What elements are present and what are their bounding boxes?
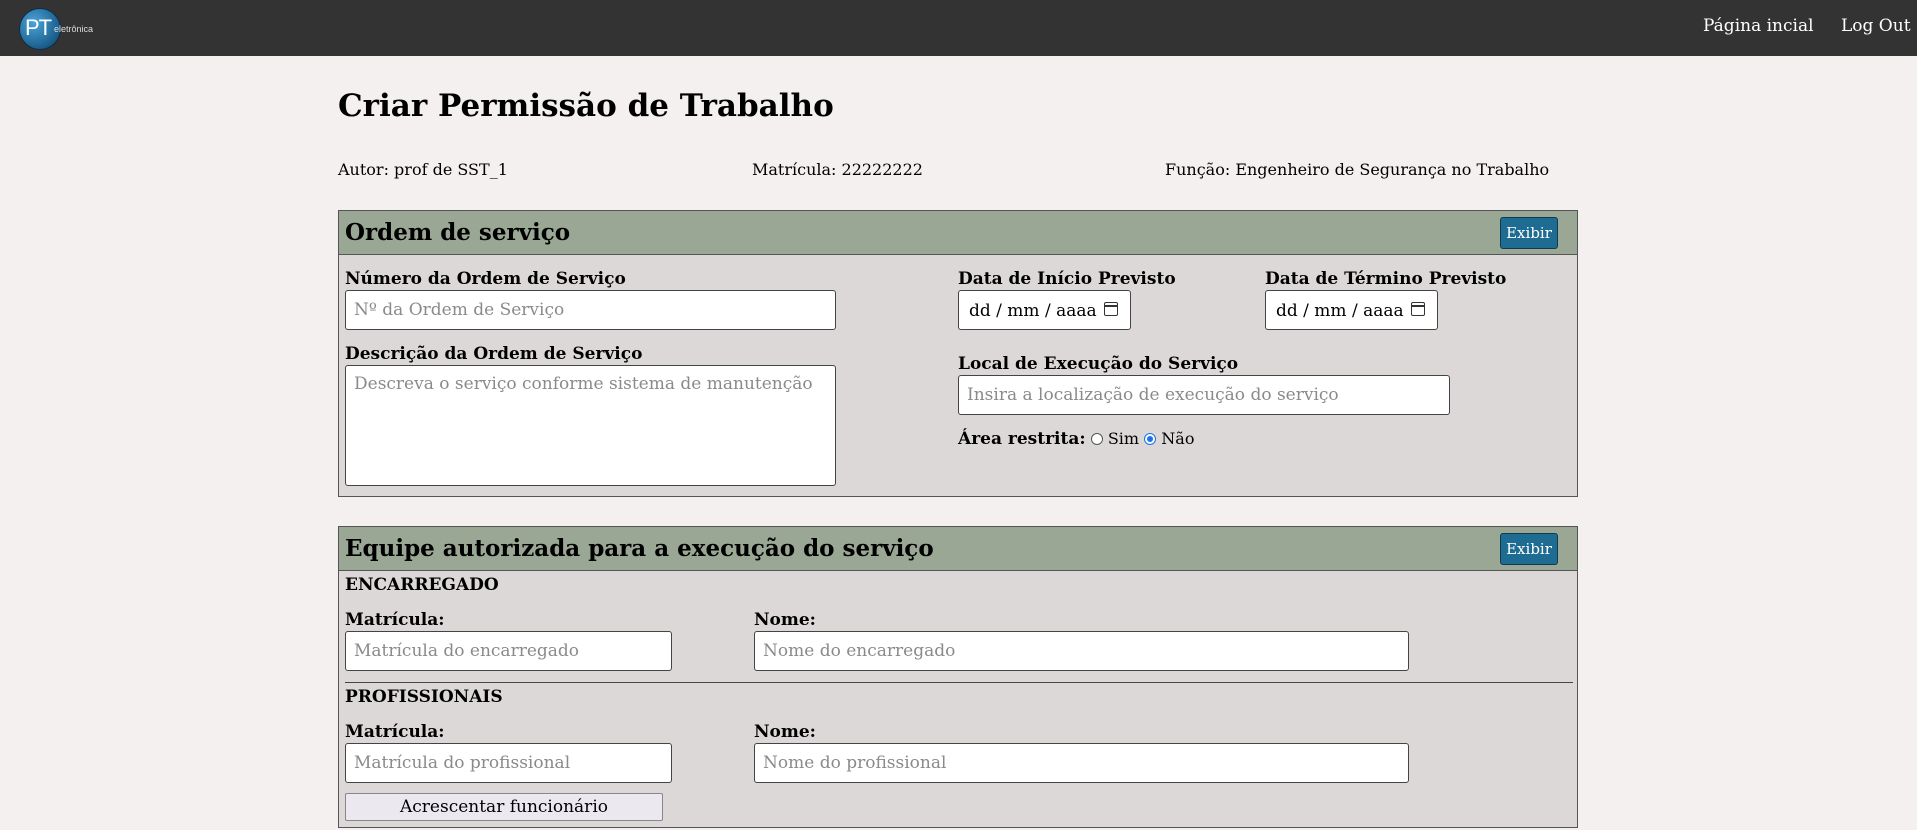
order-description-label: Descrição da Ordem de Serviço — [345, 344, 643, 364]
professional-name-label: Nome: — [754, 722, 816, 742]
restricted-yes-label[interactable]: Sim — [1108, 429, 1139, 448]
registration-info: Matrícula: 22222222 — [752, 160, 923, 179]
order-number-input[interactable] — [345, 290, 836, 330]
restricted-yes-radio[interactable] — [1090, 433, 1103, 445]
top-navbar: PT eletrônica Página incial Log Out — [0, 0, 1917, 56]
restricted-no-label[interactable]: Não — [1161, 429, 1194, 448]
start-date-input[interactable]: dd / mm / aaaa — [958, 290, 1131, 330]
location-label: Local de Execução do Serviço — [958, 354, 1239, 374]
home-link[interactable]: Página incial — [1703, 16, 1814, 36]
professional-registration-label: Matrícula: — [345, 722, 445, 742]
section-divider — [345, 682, 1573, 683]
supervisor-registration-label: Matrícula: — [345, 610, 445, 630]
service-order-toggle-button[interactable]: Exibir — [1500, 217, 1558, 249]
restricted-no-radio[interactable] — [1144, 433, 1157, 445]
service-order-title: Ordem de serviço — [345, 219, 571, 246]
logout-link[interactable]: Log Out — [1841, 16, 1911, 36]
professionals-heading: PROFISSIONAIS — [345, 687, 503, 707]
supervisor-name-label: Nome: — [754, 610, 816, 630]
team-header: Equipe autorizada para a execução do ser… — [339, 527, 1577, 571]
start-date-label: Data de Início Previsto — [958, 269, 1176, 289]
start-date-value: dd / mm / aaaa — [969, 301, 1097, 321]
supervisor-name-input[interactable] — [754, 631, 1409, 671]
end-date-input[interactable]: dd / mm / aaaa — [1265, 290, 1438, 330]
order-description-textarea[interactable] — [345, 365, 836, 486]
team-title: Equipe autorizada para a execução do ser… — [345, 535, 934, 562]
professional-registration-input[interactable] — [345, 743, 672, 783]
calendar-icon[interactable] — [1104, 302, 1118, 316]
location-input[interactable] — [958, 375, 1450, 415]
end-date-value: dd / mm / aaaa — [1276, 301, 1404, 321]
end-date-label: Data de Término Previsto — [1265, 269, 1507, 289]
add-employee-button[interactable]: Acrescentar funcionário — [345, 793, 663, 821]
professional-name-input[interactable] — [754, 743, 1409, 783]
restricted-area-label: Área restrita: — [958, 429, 1086, 449]
logo-subtext: eletrônica — [54, 24, 94, 34]
logo-text: PT — [25, 15, 52, 40]
author-info: Autor: prof de SST_1 — [338, 160, 508, 179]
role-info: Função: Engenheiro de Segurança no Traba… — [1165, 160, 1550, 179]
page-title: Criar Permissão de Trabalho — [338, 88, 834, 124]
restricted-area-group: Área restrita: Sim Não — [958, 429, 1194, 449]
team-toggle-button[interactable]: Exibir — [1500, 533, 1558, 565]
service-order-section: Ordem de serviço Exibir Número da Ordem … — [338, 210, 1578, 497]
calendar-icon[interactable] — [1411, 302, 1425, 316]
team-section: Equipe autorizada para a execução do ser… — [338, 526, 1578, 828]
order-number-label: Número da Ordem de Serviço — [345, 269, 626, 289]
service-order-header: Ordem de serviço Exibir — [339, 211, 1577, 255]
supervisor-registration-input[interactable] — [345, 631, 672, 671]
supervisor-heading: ENCARREGADO — [345, 575, 499, 595]
